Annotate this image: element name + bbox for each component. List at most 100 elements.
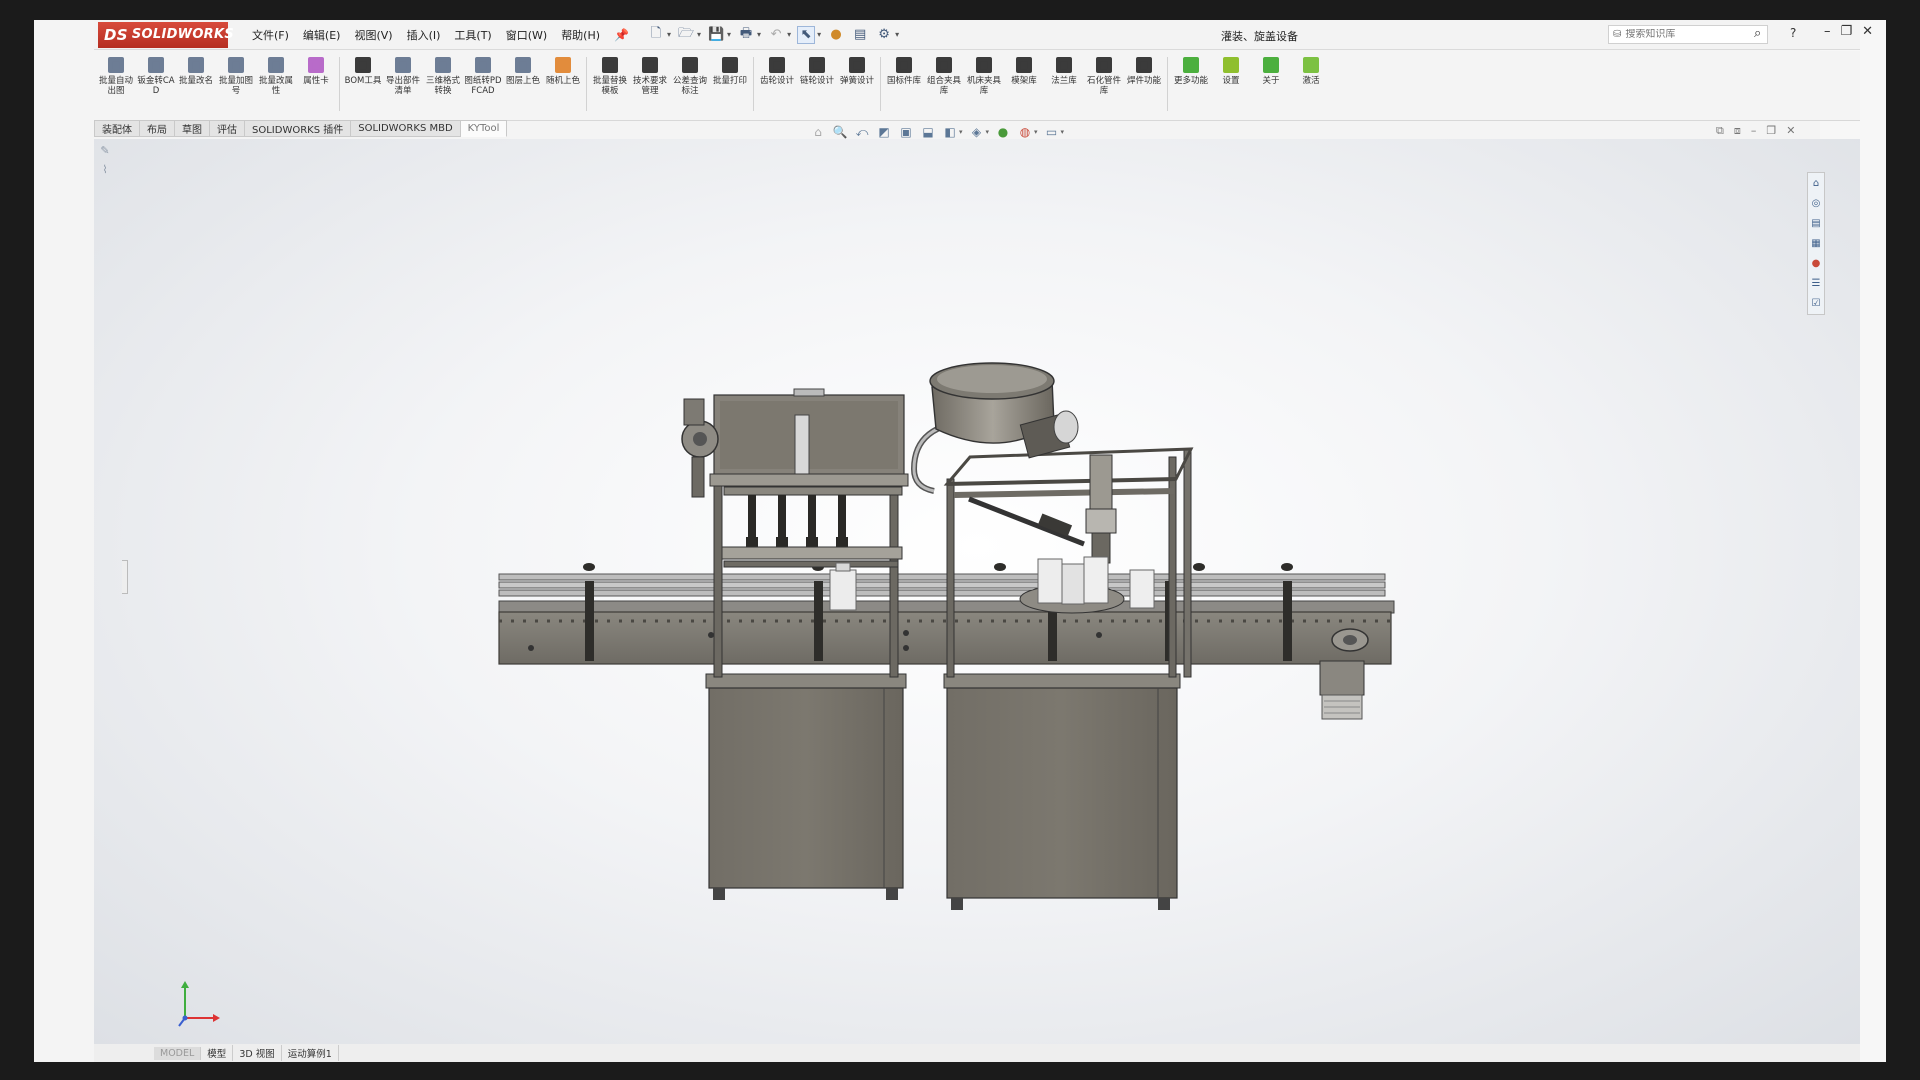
ribbon-button[interactable]: ■ 法兰库 [1044, 57, 1084, 86]
viewport-close-icon[interactable]: ✕ [1786, 124, 1795, 138]
ribbon-button[interactable]: ■ 技术要求管理 [630, 57, 670, 96]
search-input[interactable] [1625, 29, 1746, 40]
tab-evaluate[interactable]: 评估 [210, 120, 245, 137]
section-view-icon[interactable]: ◩ [876, 124, 892, 140]
chevron-down-icon[interactable]: ▾ [727, 30, 731, 39]
new-document-icon[interactable]: 🗋 [647, 26, 665, 44]
custom-properties-icon[interactable]: ☰ [1809, 275, 1823, 292]
viewport-restore-icon[interactable]: ❐ [1766, 124, 1776, 138]
solidworks-logo[interactable]: DS SOLIDWORKS [98, 21, 234, 48]
tab-sketch[interactable]: 草图 [175, 120, 210, 137]
pencil-icon[interactable]: ✎ [100, 144, 109, 157]
sketch-icon[interactable]: ⌇ [102, 163, 107, 176]
chevron-down-icon[interactable]: ▾ [697, 30, 701, 39]
rebuild-icon[interactable]: ● [827, 26, 845, 44]
checklist-icon[interactable]: ☑ [1809, 295, 1823, 312]
ribbon-button[interactable]: ■ 链轮设计 [797, 57, 837, 86]
undo-icon[interactable]: ↶ [767, 26, 785, 44]
tab-model[interactable]: 模型 [201, 1045, 234, 1061]
tab-kytool[interactable]: KYTool [460, 120, 508, 137]
ribbon-button[interactable]: ■ 批量自动出图 [96, 57, 136, 96]
chevron-down-icon[interactable]: ▾ [787, 30, 791, 39]
close-icon[interactable]: ✕ [1862, 24, 1873, 39]
search-icon[interactable]: ⌕ [1754, 26, 1761, 41]
open-folder-icon[interactable]: 🗁 [677, 26, 695, 44]
previous-view-icon[interactable]: ⤺ [854, 124, 870, 140]
menu-window[interactable]: 窗口(W) [506, 27, 547, 43]
ribbon-button[interactable]: ■ 图纸转PDFCAD [463, 57, 503, 96]
file-properties-icon[interactable]: ▤ [851, 26, 869, 44]
menu-help[interactable]: 帮助(H) [561, 27, 600, 43]
zoom-to-fit-icon[interactable]: ⌂ [810, 124, 826, 140]
tab-3d-views[interactable]: 3D 视图 [233, 1045, 282, 1061]
chevron-down-icon[interactable]: ▾ [959, 128, 963, 136]
ribbon-button[interactable]: ■ 激活 [1291, 57, 1331, 86]
view-settings-icon[interactable]: ▭ [1044, 124, 1060, 140]
ribbon-button[interactable]: ■ 公差查询标注 [670, 57, 710, 96]
split-view-icon[interactable]: ⧉ [1716, 124, 1724, 138]
ribbon-button[interactable]: ■ 图层上色 [503, 57, 543, 86]
ribbon-button[interactable]: ■ 焊件功能 [1124, 57, 1164, 86]
tile-view-icon[interactable]: ⧈ [1734, 124, 1741, 138]
ribbon-button[interactable]: ■ 国标件库 [884, 57, 924, 86]
hide-show-items-icon[interactable]: ◈ [969, 124, 985, 140]
menu-edit[interactable]: 编辑(E) [303, 27, 341, 43]
appearances-icon[interactable]: ● [1809, 255, 1823, 272]
chevron-down-icon[interactable]: ▾ [986, 128, 990, 136]
resources-icon[interactable]: ◎ [1809, 195, 1823, 212]
tab-model-label[interactable]: MODEL [154, 1046, 202, 1060]
dynamic-annotation-icon[interactable]: ▣ [898, 124, 914, 140]
ribbon-button[interactable]: ■ 更多功能 [1171, 57, 1211, 86]
menu-tools[interactable]: 工具(T) [454, 27, 491, 43]
viewport-minimize-icon[interactable]: – [1751, 124, 1757, 138]
edit-appearance-icon[interactable]: ● [995, 124, 1011, 140]
ribbon-button[interactable]: ■ 齿轮设计 [757, 57, 797, 86]
file-explorer-icon[interactable]: ▦ [1809, 235, 1823, 252]
chevron-down-icon[interactable]: ▾ [895, 30, 899, 39]
ribbon-button[interactable]: ■ 弹簧设计 [837, 57, 877, 86]
home-icon[interactable]: ⌂ [1809, 175, 1823, 192]
graphics-viewport[interactable] [94, 139, 1860, 1044]
ribbon-button[interactable]: ■ 模架库 [1004, 57, 1044, 86]
minimize-icon[interactable]: – [1824, 24, 1831, 39]
chevron-down-icon[interactable]: ▾ [757, 30, 761, 39]
menu-file[interactable]: 文件(F) [252, 27, 289, 43]
tab-assembly[interactable]: 装配体 [94, 120, 140, 137]
maximize-icon[interactable]: ❐ [1841, 24, 1853, 39]
ribbon-button[interactable]: ■ 三维格式转换 [423, 57, 463, 96]
ribbon-button[interactable]: ■ 批量改属性 [256, 57, 296, 96]
design-library-icon[interactable]: ▤ [1809, 215, 1823, 232]
panel-expand-handle[interactable] [122, 560, 128, 594]
chevron-down-icon[interactable]: ▾ [1061, 128, 1065, 136]
ribbon-button[interactable]: ■ 批量加图号 [216, 57, 256, 96]
apply-scene-icon[interactable]: ◍ [1017, 124, 1033, 140]
menu-view[interactable]: 视图(V) [354, 27, 392, 43]
display-style-icon[interactable]: ◧ [942, 124, 958, 140]
tab-solidworks-mbd[interactable]: SOLIDWORKS MBD [351, 120, 461, 137]
menu-insert[interactable]: 插入(I) [407, 27, 441, 43]
ribbon-button[interactable]: ■ 设置 [1211, 57, 1251, 86]
ribbon-button[interactable]: ■ 机床夹具库 [964, 57, 1004, 96]
chevron-down-icon[interactable]: ▾ [1034, 128, 1038, 136]
ribbon-button[interactable]: ■ 关于 [1251, 57, 1291, 86]
zoom-to-area-icon[interactable]: 🔍 [832, 124, 848, 140]
search-box[interactable]: ⛁ [1608, 25, 1768, 44]
options-gear-icon[interactable]: ⚙ [875, 26, 893, 44]
tab-motion-study[interactable]: 运动算例1 [282, 1045, 339, 1061]
help-icon[interactable]: ? [1790, 26, 1796, 40]
chevron-down-icon[interactable]: ▾ [667, 30, 671, 39]
print-icon[interactable]: 🖶 [737, 26, 755, 44]
pin-icon[interactable]: 📌 [614, 28, 629, 42]
select-arrow-icon[interactable]: ⬉ [797, 25, 816, 44]
ribbon-button[interactable]: ■ 随机上色 [543, 57, 583, 86]
ribbon-button[interactable]: ■ 批量打印 [710, 57, 750, 86]
ribbon-button[interactable]: ■ 批量改名 [176, 57, 216, 86]
ribbon-button[interactable]: ■ 批量替换模板 [590, 57, 630, 96]
chevron-down-icon[interactable]: ▾ [817, 30, 821, 39]
ribbon-button[interactable]: ■ 导出部件清单 [383, 57, 423, 96]
view-orientation-icon[interactable]: ⬓ [920, 124, 936, 140]
save-icon[interactable]: 💾 [707, 26, 725, 44]
ribbon-button[interactable]: ■ 属性卡 [296, 57, 336, 86]
ribbon-button[interactable]: ■ 组合夹具库 [924, 57, 964, 96]
tab-layout[interactable]: 布局 [140, 120, 175, 137]
